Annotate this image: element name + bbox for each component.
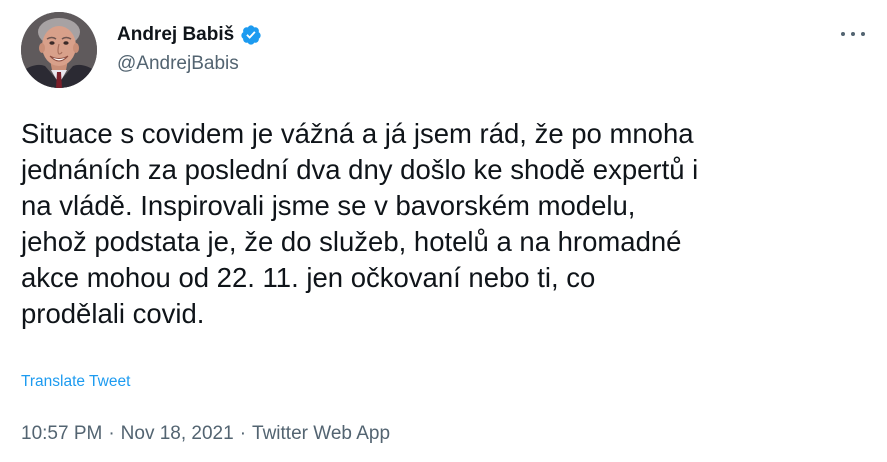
more-options-icon[interactable]: [841, 24, 865, 44]
tweet-text-line: jehož podstata je, že do služeb, hotelů …: [21, 226, 682, 257]
display-name[interactable]: Andrej Babiš: [117, 23, 234, 47]
tweet-text-line: Situace s covidem je vážná a já jsem rád…: [21, 118, 694, 149]
avatar[interactable]: [21, 12, 97, 88]
tweet-text-line: jednáních za poslední dva dny došlo ke s…: [21, 154, 699, 185]
dot: [861, 32, 865, 36]
display-name-row[interactable]: Andrej Babiš: [117, 23, 262, 47]
tweet-text: Situace s covidem je vážná a já jsem rád…: [21, 116, 871, 332]
handle[interactable]: @AndrejBabis: [117, 52, 262, 76]
tweet-header: Andrej Babiš @AndrejBabis: [21, 12, 867, 88]
meta-separator: ·: [108, 423, 115, 444]
tweet-card: Andrej Babiš @AndrejBabis Situace s covi…: [0, 0, 887, 462]
tweet-text-line: akce mohou od 22. 11. jen očkovaní nebo …: [21, 262, 596, 293]
tweet-text-line: prodělali covid.: [21, 298, 205, 329]
author-names: Andrej Babiš @AndrejBabis: [117, 23, 262, 76]
tweet-date[interactable]: Nov 18, 2021: [121, 422, 234, 446]
profile-photo: [21, 12, 97, 88]
tweet-source[interactable]: Twitter Web App: [252, 422, 390, 446]
meta-separator: ·: [239, 423, 247, 444]
verified-badge-icon: [240, 24, 262, 46]
tweet-time[interactable]: 10:57 PM: [21, 422, 102, 446]
dot: [851, 32, 855, 36]
translate-tweet-link[interactable]: Translate Tweet: [21, 372, 130, 392]
tweet-meta: 10:57 PM · Nov 18, 2021 · Twitter Web Ap…: [21, 422, 390, 446]
tweet-text-line: na vládě. Inspirovali jsme se v bavorské…: [21, 190, 636, 221]
dot: [841, 32, 845, 36]
